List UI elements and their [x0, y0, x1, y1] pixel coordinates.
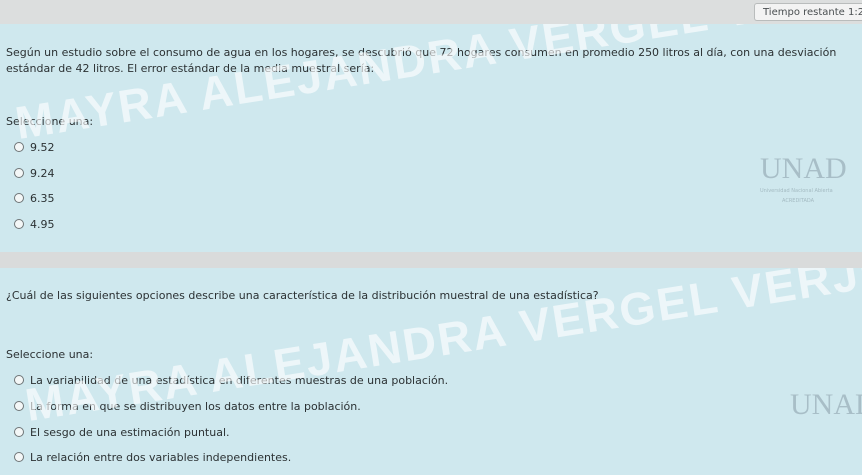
option-label: La variabilidad de una estadística en di… [30, 373, 449, 387]
option-label: 9.52 [30, 140, 55, 154]
logo-stamp: ACREDITADA [782, 198, 815, 204]
question-2-panel: ¿Cuál de las siguientes opciones describ… [0, 268, 862, 475]
top-bar: Tiempo restante 1:27: [0, 0, 862, 24]
question-1-option-b[interactable]: 9.24 [14, 165, 55, 181]
question-2-option-c[interactable]: El sesgo de una estimación puntual. [14, 424, 230, 440]
question-2-option-b[interactable]: La forma en que se distribuyen los datos… [14, 398, 361, 414]
radio-button[interactable] [14, 142, 24, 152]
question-1-option-c[interactable]: 6.35 [14, 190, 55, 206]
question-2-select-label: Seleccione una: [6, 348, 94, 361]
option-label: 9.24 [30, 166, 55, 180]
logo-text: UNAD [760, 152, 847, 185]
time-remaining: Tiempo restante 1:27: [754, 3, 862, 21]
unad-logo: UNAD [790, 388, 862, 422]
logo-subtitle: Universidad Nacional Abierta [760, 188, 833, 194]
option-label: 6.35 [30, 191, 55, 205]
question-1-select-label: Seleccione una: [6, 115, 94, 128]
question-1-panel: Según un estudio sobre el consumo de agu… [0, 24, 862, 252]
option-label: La forma en que se distribuyen los datos… [30, 399, 361, 413]
radio-button[interactable] [14, 401, 24, 411]
question-1-option-a[interactable]: 9.52 [14, 139, 55, 155]
question-2-text: ¿Cuál de las siguientes opciones describ… [6, 289, 599, 302]
radio-button[interactable] [14, 452, 24, 462]
option-label: 4.95 [30, 217, 55, 231]
watermark-text: MAYRA ALEJANDRA VERGEL VERJEL [11, 24, 862, 150]
question-1-text: Según un estudio sobre el consumo de agu… [6, 46, 837, 75]
option-label: El sesgo de una estimación puntual. [30, 425, 230, 439]
option-label: La relación entre dos variables independ… [30, 450, 292, 464]
radio-button[interactable] [14, 168, 24, 178]
radio-button[interactable] [14, 375, 24, 385]
question-2-option-d[interactable]: La relación entre dos variables independ… [14, 449, 291, 465]
radio-button[interactable] [14, 427, 24, 437]
radio-button[interactable] [14, 219, 24, 229]
radio-button[interactable] [14, 193, 24, 203]
question-2-option-a[interactable]: La variabilidad de una estadística en di… [14, 372, 448, 388]
question-1-option-d[interactable]: 4.95 [14, 216, 55, 232]
logo-text: UNAD [790, 388, 862, 421]
unad-logo: UNAD Universidad Nacional Abierta ACREDI… [760, 152, 847, 204]
